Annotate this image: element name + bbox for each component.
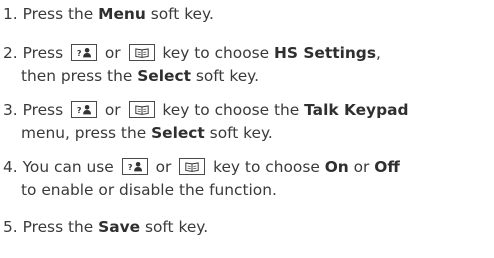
instruction-text: or [99, 101, 126, 119]
step-1-line-1: 1. Press the Menu soft key. [3, 3, 214, 26]
phonebook-key-icon [128, 101, 155, 118]
step-5: 5. Press the Save soft key. [3, 216, 208, 239]
key-term: Select [151, 124, 205, 142]
instruction-text: key to choose the [157, 101, 305, 119]
instruction-text: menu, press the [21, 124, 152, 142]
step-4: 4. You can use ? or key to choose On or … [3, 156, 400, 202]
instruction-text: soft key. [140, 218, 209, 236]
instruction-text: soft key. [190, 67, 259, 85]
step-2-line-2: then press the Select soft key. [3, 65, 381, 88]
phonebook-key-icon [128, 44, 155, 61]
contacts-key-icon: ? [70, 101, 97, 118]
contacts-key-icon: ? [121, 158, 148, 175]
step-3: 3. Press ? or key to choose the Talk Key… [3, 99, 409, 145]
instruction-text: soft key. [145, 5, 214, 23]
step-2-line-1: 2. Press ? or key to choose HS Settings, [3, 42, 381, 65]
instruction-text: , [376, 44, 381, 62]
svg-text:?: ? [128, 163, 133, 172]
key-term: HS Settings [274, 44, 376, 62]
instruction-text: key to choose [157, 44, 275, 62]
instruction-text: to enable or disable the function. [21, 181, 277, 199]
instruction-text: then press the [21, 67, 138, 85]
step-1: 1. Press the Menu soft key. [3, 3, 214, 26]
step-3-line-1: 3. Press ? or key to choose the Talk Key… [3, 99, 409, 122]
step-4-line-1: 4. You can use ? or key to choose On or … [3, 156, 400, 179]
step-3-line-2: menu, press the Select soft key. [3, 122, 409, 145]
instruction-list: 1. Press the Menu soft key. 2. Press ? o… [0, 0, 494, 258]
instruction-text: 3. Press [3, 101, 68, 119]
instruction-text: or [150, 158, 177, 176]
key-term: Menu [98, 5, 146, 23]
instruction-text: or [348, 158, 375, 176]
instruction-text: 1. Press the [3, 5, 99, 23]
instruction-text: key to choose [208, 158, 325, 176]
instruction-text: 4. You can use [3, 158, 119, 176]
step-4-line-2: to enable or disable the function. [3, 179, 400, 202]
instruction-text: 5. Press the [3, 218, 99, 236]
key-term: Off [374, 158, 400, 176]
key-term: Talk Keypad [304, 101, 409, 119]
instruction-text: soft key. [204, 124, 273, 142]
step-5-line-1: 5. Press the Save soft key. [3, 216, 208, 239]
key-term: Save [98, 218, 141, 236]
instruction-text: 2. Press [3, 44, 68, 62]
key-term: Select [137, 67, 191, 85]
instruction-text: or [99, 44, 126, 62]
contacts-key-icon: ? [70, 44, 97, 61]
phonebook-key-icon [179, 158, 206, 175]
key-term: On [324, 158, 349, 176]
svg-text:?: ? [77, 106, 82, 115]
step-2: 2. Press ? or key to choose HS Settings,… [3, 42, 381, 88]
svg-text:?: ? [77, 49, 82, 58]
